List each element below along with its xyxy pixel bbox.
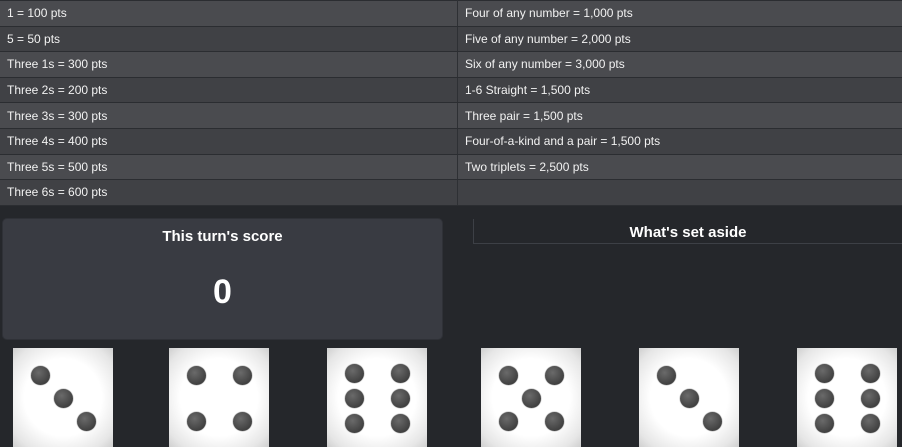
die-pip <box>344 413 364 433</box>
rule-cell: Three 5s = 500 pts <box>0 153 458 181</box>
rule-cell: Three 6s = 600 pts <box>0 179 458 206</box>
die-pip <box>390 413 410 433</box>
table-row: Three 6s = 600 pts <box>0 179 902 206</box>
rule-cell: Four of any number = 1,000 pts <box>457 0 902 27</box>
dice-row <box>0 348 902 447</box>
die-5[interactable] <box>481 348 581 447</box>
table-row: Three 1s = 300 pts Six of any number = 3… <box>0 51 902 78</box>
rule-cell: Five of any number = 2,000 pts <box>457 25 902 53</box>
die-pip <box>814 388 834 408</box>
die-pip <box>544 365 564 385</box>
scoring-rules-table: 1 = 100 pts Four of any number = 1,000 p… <box>0 0 902 206</box>
die-pip <box>544 411 564 431</box>
table-row: Three 5s = 500 pts Two triplets = 2,500 … <box>0 153 902 181</box>
rule-cell: 1-6 Straight = 1,500 pts <box>457 76 902 104</box>
rule-cell: 1 = 100 pts <box>0 0 458 27</box>
die-3[interactable] <box>639 348 739 447</box>
die-3[interactable] <box>13 348 113 447</box>
die-pip <box>498 365 518 385</box>
die-pip <box>344 363 364 383</box>
die-pip <box>656 365 676 385</box>
rule-cell: Two triplets = 2,500 pts <box>457 153 902 181</box>
set-aside-title: What's set aside <box>629 224 747 241</box>
die-pip <box>76 411 96 431</box>
rule-cell: 5 = 50 pts <box>0 25 458 53</box>
rule-cell: Six of any number = 3,000 pts <box>457 51 902 78</box>
table-row: Three 4s = 400 pts Four-of-a-kind and a … <box>0 127 902 155</box>
die-6[interactable] <box>797 348 897 447</box>
die-pip <box>232 411 252 431</box>
set-aside-panel: What's set aside <box>473 219 902 244</box>
die-pip <box>860 388 880 408</box>
rule-cell: Four-of-a-kind and a pair = 1,500 pts <box>457 127 902 155</box>
die-pip <box>702 411 722 431</box>
die-pip <box>390 363 410 383</box>
die-pip <box>186 411 206 431</box>
turn-score-value: 0 <box>213 273 232 311</box>
die-pip <box>186 365 206 385</box>
die-pip <box>860 413 880 433</box>
rule-cell: Three 1s = 300 pts <box>0 51 458 78</box>
die-pip <box>53 388 73 408</box>
table-row: 1 = 100 pts Four of any number = 1,000 p… <box>0 0 902 27</box>
turn-score-panel: This turn's score 0 <box>3 219 442 339</box>
table-row: 5 = 50 pts Five of any number = 2,000 pt… <box>0 25 902 53</box>
rule-cell: Three 4s = 400 pts <box>0 127 458 155</box>
die-pip <box>30 365 50 385</box>
rule-cell: Three pair = 1,500 pts <box>457 102 902 129</box>
table-row: Three 2s = 200 pts 1-6 Straight = 1,500 … <box>0 76 902 104</box>
rule-cell <box>457 179 902 206</box>
die-pip <box>860 363 880 383</box>
table-row: Three 3s = 300 pts Three pair = 1,500 pt… <box>0 102 902 129</box>
die-pip <box>390 388 410 408</box>
die-pip <box>498 411 518 431</box>
die-4[interactable] <box>169 348 269 447</box>
rule-cell: Three 2s = 200 pts <box>0 76 458 104</box>
die-pip <box>814 363 834 383</box>
die-pip <box>232 365 252 385</box>
rule-cell: Three 3s = 300 pts <box>0 102 458 129</box>
die-pip <box>679 388 699 408</box>
die-6[interactable] <box>327 348 427 447</box>
die-pip <box>521 388 541 408</box>
die-pip <box>344 388 364 408</box>
turn-score-title: This turn's score <box>162 228 283 245</box>
die-pip <box>814 413 834 433</box>
